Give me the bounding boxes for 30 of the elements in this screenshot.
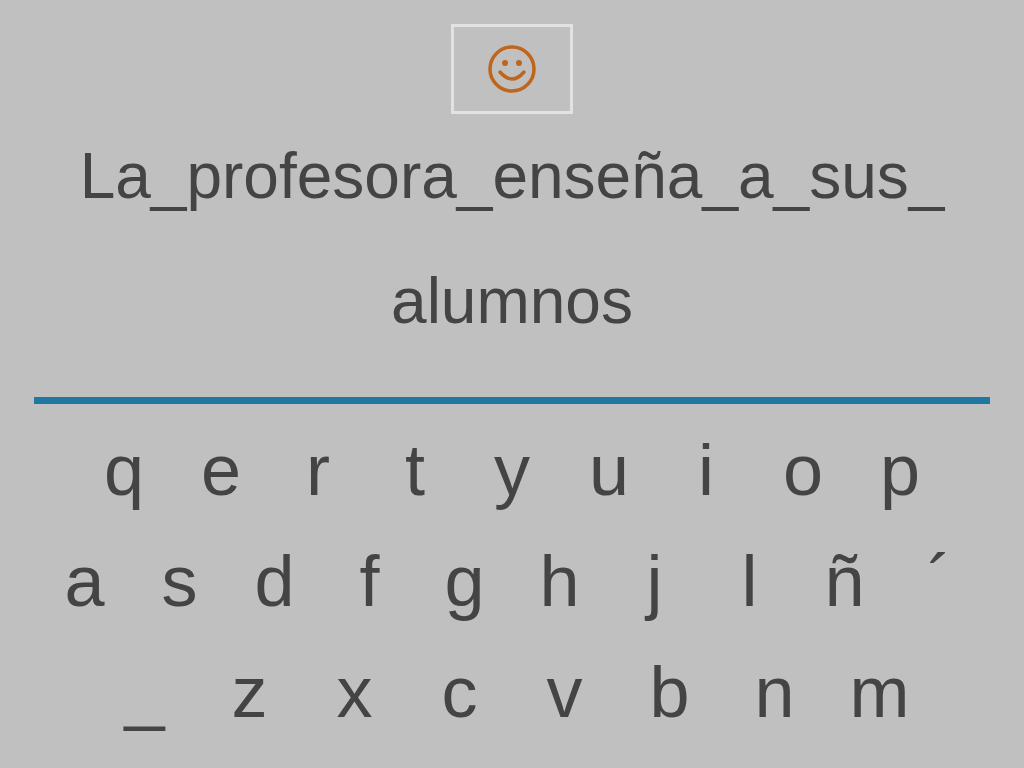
letter-key[interactable]: n [722,641,827,742]
letter-key[interactable]: p [851,419,949,520]
sentence-text: La_profesora_enseña_a_sus_ [79,139,945,214]
letter-key[interactable]: u [560,419,658,520]
letter-key[interactable]: l [702,530,797,631]
letter-key[interactable]: d [227,530,322,631]
letter-key[interactable]: g [417,530,512,631]
letter-key[interactable]: e [172,419,270,520]
letter-key[interactable]: s [132,530,227,631]
letter-key[interactable]: q [75,419,173,520]
letter-key[interactable]: ñ [797,530,892,631]
letter-key[interactable]: m [827,641,932,742]
letter-key[interactable]: o [754,419,852,520]
letter-key[interactable]: _ [92,641,197,742]
letter-key[interactable]: t [366,419,464,520]
letter-key[interactable]: r [269,419,367,520]
letter-key[interactable]: ´ [892,530,987,631]
letter-key[interactable]: b [617,641,722,742]
smiley-icon [487,44,537,94]
sentence-text: alumnos [391,264,633,339]
letter-key[interactable]: a [37,530,132,631]
letter-key[interactable]: f [322,530,417,631]
letter-key[interactable]: c [407,641,512,742]
letter-key[interactable]: h [512,530,607,631]
letter-key[interactable]: x [302,641,407,742]
letter-key[interactable]: v [512,641,617,742]
letter-key[interactable]: j [607,530,702,631]
letter-key[interactable]: i [657,419,755,520]
letter-key[interactable]: z [197,641,302,742]
letter-key[interactable]: y [463,419,561,520]
